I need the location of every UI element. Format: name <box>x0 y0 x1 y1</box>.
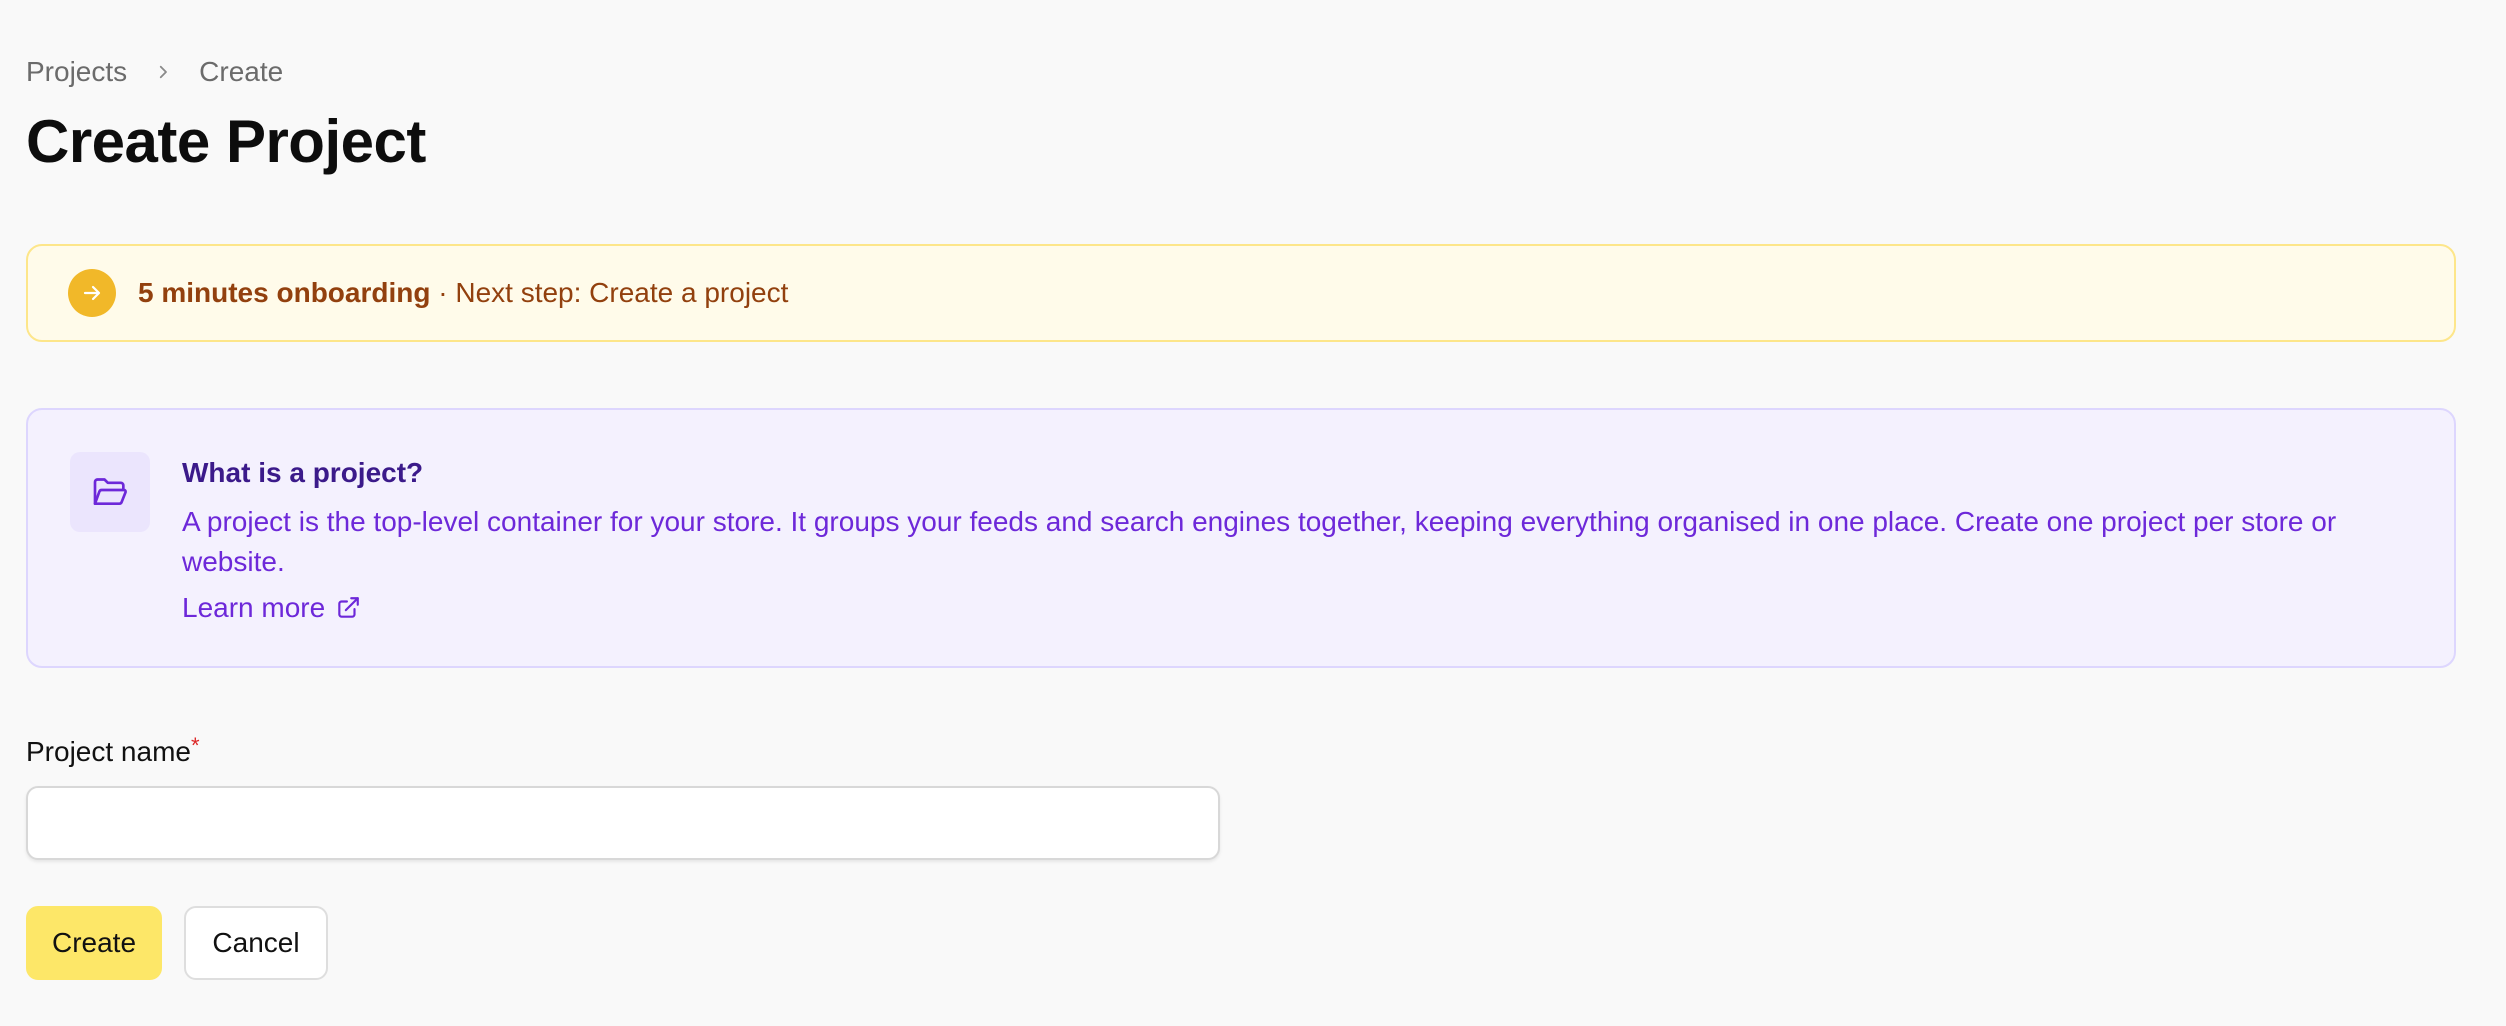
learn-more-link[interactable]: Learn more <box>182 588 361 628</box>
project-name-label: Project name* <box>26 732 200 772</box>
project-info-card: What is a project? A project is the top-… <box>26 408 2456 668</box>
folder-open-icon <box>70 452 150 532</box>
onboarding-next-step: · Next step: Create a project <box>430 277 789 308</box>
onboarding-duration: 5 minutes onboarding <box>138 277 431 308</box>
create-button[interactable]: Create <box>26 906 162 980</box>
page-title: Create Project <box>26 108 426 175</box>
breadcrumb: Projects Create <box>26 52 283 92</box>
info-title: What is a project? <box>182 457 424 488</box>
required-marker: * <box>190 733 200 758</box>
breadcrumb-projects-link[interactable]: Projects <box>26 56 127 88</box>
info-description: A project is the top-level container for… <box>182 506 2337 577</box>
project-name-input[interactable] <box>26 786 1220 860</box>
learn-more-label: Learn more <box>182 592 326 623</box>
external-link-icon <box>335 595 361 621</box>
chevron-right-icon <box>127 63 199 81</box>
cancel-button[interactable]: Cancel <box>184 906 328 980</box>
breadcrumb-current: Create <box>199 56 284 87</box>
project-name-label-text: Project name <box>26 736 191 767</box>
onboarding-banner: 5 minutes onboarding · Next step: Create… <box>26 244 2456 342</box>
arrow-right-icon <box>68 269 116 317</box>
